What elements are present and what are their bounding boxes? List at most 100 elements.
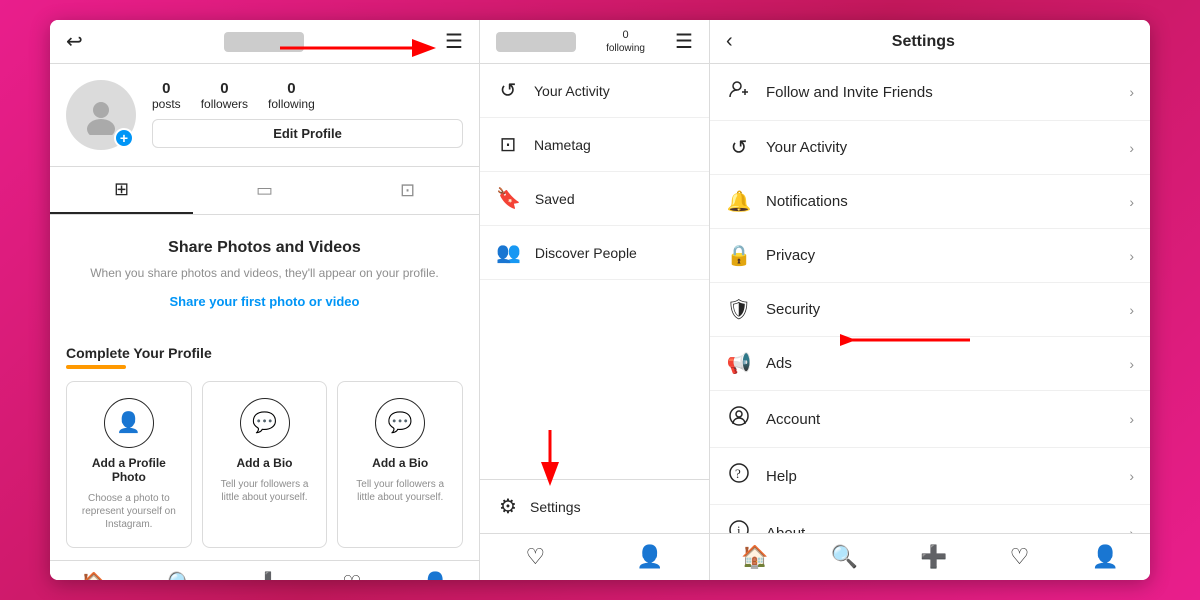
- person-add-icon: [726, 78, 752, 106]
- share-link[interactable]: Share your first photo or video: [66, 294, 463, 309]
- add-photo-card[interactable]: 👤 Add a Profile Photo Choose a photo to …: [66, 381, 192, 548]
- bell-settings-icon: 🔔: [726, 189, 752, 214]
- complete-profile-section: Complete Your Profile 👤 Add a Profile Ph…: [50, 333, 479, 560]
- search-icon[interactable]: 🔍: [167, 571, 194, 580]
- tab-tagged[interactable]: ⊡: [336, 167, 479, 214]
- settings-heart-icon[interactable]: ♡: [1010, 544, 1030, 570]
- settings-header: ‹ Settings: [710, 20, 1150, 64]
- help-icon: ?: [726, 462, 752, 490]
- add-bio-card-2[interactable]: 💬 Add a Bio Tell your followers a little…: [337, 381, 463, 548]
- svg-text:?: ?: [735, 466, 741, 481]
- profile-section: + 0 posts 0 followers 0 following: [50, 64, 479, 166]
- settings-back-button[interactable]: ‹: [726, 30, 733, 53]
- menu-panel: 0 following ☰ ↺ Your Activity ⊡ Nametag …: [480, 20, 710, 580]
- about-label: About: [766, 525, 805, 534]
- posts-stat: 0 posts: [152, 80, 181, 111]
- nametag-label: Nametag: [534, 137, 591, 153]
- ads-chevron: ›: [1129, 356, 1134, 372]
- menu-hamburger-icon[interactable]: ☰: [675, 29, 693, 54]
- profile-bottom-nav: 🏠 🔍 ➕ ♡ 👤: [50, 560, 479, 580]
- layout-icon: ▭: [256, 180, 273, 201]
- help-label: Help: [766, 468, 797, 485]
- share-desc: When you share photos and videos, they'l…: [66, 265, 463, 282]
- following-stat: 0 following: [268, 80, 315, 111]
- info-icon: i: [726, 519, 752, 533]
- menu-item-saved[interactable]: 🔖 Saved: [480, 172, 709, 226]
- nametag-icon: ⊡: [496, 132, 520, 157]
- menu-items-list: ↺ Your Activity ⊡ Nametag 🔖 Saved 👥 Disc…: [480, 64, 709, 479]
- avatar-container: +: [66, 80, 136, 150]
- saved-icon: 🔖: [496, 186, 521, 211]
- settings-follow-friends[interactable]: Follow and Invite Friends ›: [710, 64, 1150, 121]
- followers-stat: 0 followers: [201, 80, 248, 111]
- follow-friends-chevron: ›: [1129, 84, 1134, 100]
- tab-grid[interactable]: ⊞: [50, 167, 193, 214]
- home-icon[interactable]: 🏠: [80, 571, 107, 580]
- add-bio-icon-1: 💬: [240, 398, 290, 448]
- edit-profile-button[interactable]: Edit Profile: [152, 119, 463, 148]
- menu-header: 0 following ☰: [480, 20, 709, 64]
- notifications-chevron: ›: [1129, 194, 1134, 210]
- settings-security[interactable]: 🛡 Security ›: [710, 283, 1150, 337]
- menu-bottom-nav: ♡ 👤: [480, 533, 709, 580]
- profile-stats: 0 posts 0 followers 0 following Edit Pro…: [152, 80, 463, 148]
- activity-chevron: ›: [1129, 140, 1134, 156]
- about-chevron: ›: [1129, 525, 1134, 533]
- discover-icon: 👥: [496, 240, 521, 265]
- profile-nav-icon[interactable]: 👤: [636, 544, 663, 570]
- settings-account[interactable]: Account ›: [710, 391, 1150, 448]
- menu-item-activity[interactable]: ↺ Your Activity: [480, 64, 709, 118]
- notifications-label: Notifications: [766, 193, 848, 210]
- person-tag-icon: ⊡: [400, 180, 415, 201]
- heart-icon[interactable]: ♡: [342, 571, 362, 580]
- activity-label: Your Activity: [534, 83, 610, 99]
- add-photo-icon: 👤: [104, 398, 154, 448]
- account-label: Account: [766, 411, 820, 428]
- back-history-icon[interactable]: ↩: [66, 29, 83, 54]
- security-label: Security: [766, 301, 820, 318]
- add-photo-button[interactable]: +: [114, 128, 134, 148]
- privacy-label: Privacy: [766, 247, 815, 264]
- settings-title: Settings: [749, 33, 1098, 51]
- settings-menu-item[interactable]: ⚙ Settings: [480, 480, 709, 533]
- settings-privacy[interactable]: 🔒 Privacy ›: [710, 229, 1150, 283]
- activity-settings-label: Your Activity: [766, 139, 847, 156]
- stats-row: 0 posts 0 followers 0 following: [152, 80, 463, 111]
- settings-add-icon[interactable]: ➕: [920, 544, 947, 570]
- username-blurred: [224, 32, 304, 52]
- profile-icon[interactable]: 👤: [422, 571, 449, 580]
- menu-item-nametag[interactable]: ⊡ Nametag: [480, 118, 709, 172]
- tab-layout[interactable]: ▭: [193, 167, 336, 214]
- ads-icon: 📢: [726, 351, 752, 376]
- settings-help[interactable]: ? Help ›: [710, 448, 1150, 505]
- grid-icon: ⊞: [114, 179, 129, 200]
- settings-ads[interactable]: 📢 Ads ›: [710, 337, 1150, 391]
- saved-label: Saved: [535, 191, 575, 207]
- hamburger-menu-icon[interactable]: ☰: [445, 29, 463, 54]
- complete-profile-cards: 👤 Add a Profile Photo Choose a photo to …: [66, 381, 463, 548]
- settings-profile-icon[interactable]: 👤: [1092, 544, 1119, 570]
- share-content-area: Share Photos and Videos When you share p…: [50, 215, 479, 333]
- menu-item-discover[interactable]: 👥 Discover People: [480, 226, 709, 280]
- complete-profile-title: Complete Your Profile: [66, 345, 463, 361]
- account-chevron: ›: [1129, 411, 1134, 427]
- privacy-chevron: ›: [1129, 248, 1134, 264]
- settings-label: Settings: [530, 499, 581, 515]
- settings-home-icon[interactable]: 🏠: [741, 544, 768, 570]
- follow-friends-label: Follow and Invite Friends: [766, 84, 933, 101]
- settings-list: Follow and Invite Friends › ↺ Your Activ…: [710, 64, 1150, 533]
- settings-bottom-nav: 🏠 🔍 ➕ ♡ 👤: [710, 533, 1150, 580]
- add-icon[interactable]: ➕: [255, 571, 282, 580]
- security-chevron: ›: [1129, 302, 1134, 318]
- settings-activity[interactable]: ↺ Your Activity ›: [710, 121, 1150, 175]
- add-bio-card-1[interactable]: 💬 Add a Bio Tell your followers a little…: [202, 381, 328, 548]
- settings-notifications[interactable]: 🔔 Notifications ›: [710, 175, 1150, 229]
- help-chevron: ›: [1129, 468, 1134, 484]
- svg-text:i: i: [737, 523, 741, 533]
- lock-icon: 🔒: [726, 243, 752, 268]
- tab-row: ⊞ ▭ ⊡: [50, 166, 479, 215]
- settings-about[interactable]: i About ›: [710, 505, 1150, 533]
- settings-search-icon[interactable]: 🔍: [831, 544, 858, 570]
- menu-avatar-blurred: [496, 32, 576, 52]
- heart-nav-icon[interactable]: ♡: [525, 544, 545, 570]
